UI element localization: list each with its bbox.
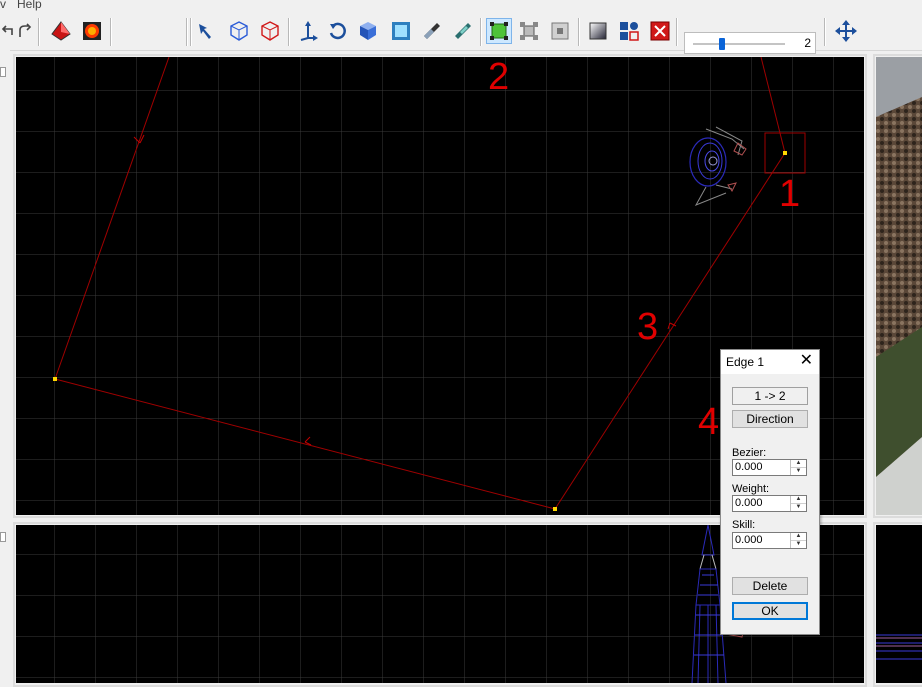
axis-move-button[interactable] — [295, 18, 321, 44]
path-node[interactable] — [53, 377, 57, 381]
square-icon — [551, 22, 569, 40]
annotation-3: 3 — [637, 306, 659, 348]
menu-item-help[interactable]: Help — [17, 0, 42, 11]
select-tool-button[interactable] — [193, 18, 219, 44]
dialog-title: Edge 1 — [726, 355, 765, 369]
skill-label: Skill: — [732, 519, 756, 531]
close-red-button[interactable] — [647, 18, 673, 44]
weight-label: Weight: — [732, 483, 770, 495]
group-icon — [520, 22, 538, 40]
close-red-icon — [650, 21, 670, 41]
path-node[interactable] — [783, 151, 787, 155]
knife-button[interactable] — [419, 18, 445, 44]
red-cube-button[interactable] — [257, 18, 283, 44]
select-box-button[interactable] — [486, 18, 512, 44]
annotation-1: 1 — [779, 173, 801, 215]
annotation-4: 4 — [698, 401, 720, 443]
skill-spinner[interactable]: ▲ ▼ — [790, 533, 806, 548]
redo-icon — [19, 23, 32, 37]
wireframe-cube-button[interactable] — [226, 18, 252, 44]
left-panel-control-lower[interactable] — [0, 532, 6, 542]
mirror-button[interactable] — [450, 18, 476, 44]
group-button[interactable] — [516, 18, 542, 44]
toolbar: 2 — [0, 12, 922, 54]
redo-button[interactable] — [12, 18, 38, 44]
axis-move-icon — [300, 21, 318, 41]
select-box-icon — [490, 22, 508, 40]
dialog-titlebar[interactable]: Edge 1 ✕ — [721, 350, 819, 374]
record-icon — [83, 22, 101, 40]
gradient-button[interactable] — [585, 18, 611, 44]
left-panel-edge — [0, 50, 10, 683]
menu-item-view[interactable]: v — [0, 0, 6, 11]
left-panel-control[interactable] — [0, 67, 6, 77]
annotation-2: 2 — [488, 56, 510, 98]
shapes-button[interactable] — [616, 18, 642, 44]
perspective-viewport[interactable] — [876, 57, 922, 515]
mirror-icon — [455, 23, 471, 39]
zoom-slider[interactable]: 2 — [684, 32, 816, 54]
rotate-button[interactable] — [324, 18, 350, 44]
bezier-label: Bezier: — [732, 447, 767, 459]
solid-cube-icon — [360, 22, 376, 40]
skill-value[interactable]: 0.000 — [735, 534, 763, 546]
textured-cube-button[interactable] — [388, 18, 414, 44]
solid-cube-button[interactable] — [355, 18, 381, 44]
bezier-input[interactable]: 0.000 ▲ ▼ — [732, 459, 807, 476]
bezier-value[interactable]: 0.000 — [735, 461, 763, 473]
menu-bar: v Help — [0, 0, 922, 12]
edge-nodes-label: 1 -> 2 — [732, 387, 808, 405]
skill-input[interactable]: 0.000 ▲ ▼ — [732, 532, 807, 549]
side-viewport-canvas — [876, 525, 922, 683]
weight-input[interactable]: 0.000 ▲ ▼ — [732, 495, 807, 512]
slider-track — [693, 43, 785, 45]
red-cube-icon — [261, 21, 279, 41]
direction-button[interactable]: Direction — [732, 410, 808, 428]
rotate-icon — [329, 22, 346, 40]
red-diamond-button[interactable] — [48, 18, 74, 44]
path-node[interactable] — [553, 507, 557, 511]
side-viewport[interactable] — [876, 525, 922, 683]
weight-spinner[interactable]: ▲ ▼ — [790, 496, 806, 511]
bezier-spinner[interactable]: ▲ ▼ — [790, 460, 806, 475]
move-arrows-button[interactable] — [833, 18, 859, 44]
move-arrows-icon — [835, 20, 857, 42]
delete-button[interactable]: Delete — [732, 577, 808, 595]
slider-thumb[interactable] — [718, 38, 725, 50]
weight-value[interactable]: 0.000 — [735, 497, 763, 509]
wireframe-cube-icon — [230, 21, 248, 41]
square-button[interactable] — [547, 18, 573, 44]
textured-cube-icon — [392, 22, 410, 40]
close-icon[interactable]: ✕ — [800, 352, 813, 370]
record-button[interactable] — [79, 18, 105, 44]
gradient-icon — [589, 22, 607, 40]
knife-icon — [424, 23, 440, 39]
red-diamond-icon — [51, 21, 71, 41]
ok-button[interactable]: OK — [732, 602, 808, 620]
slider-value: 2 — [804, 36, 811, 50]
shapes-icon — [620, 22, 639, 41]
select-tool-icon — [199, 24, 211, 39]
perspective-viewport-canvas — [876, 57, 922, 515]
edge-dialog: Edge 1 ✕ 1 -> 2 Direction Bezier: 0.000 … — [720, 349, 820, 635]
